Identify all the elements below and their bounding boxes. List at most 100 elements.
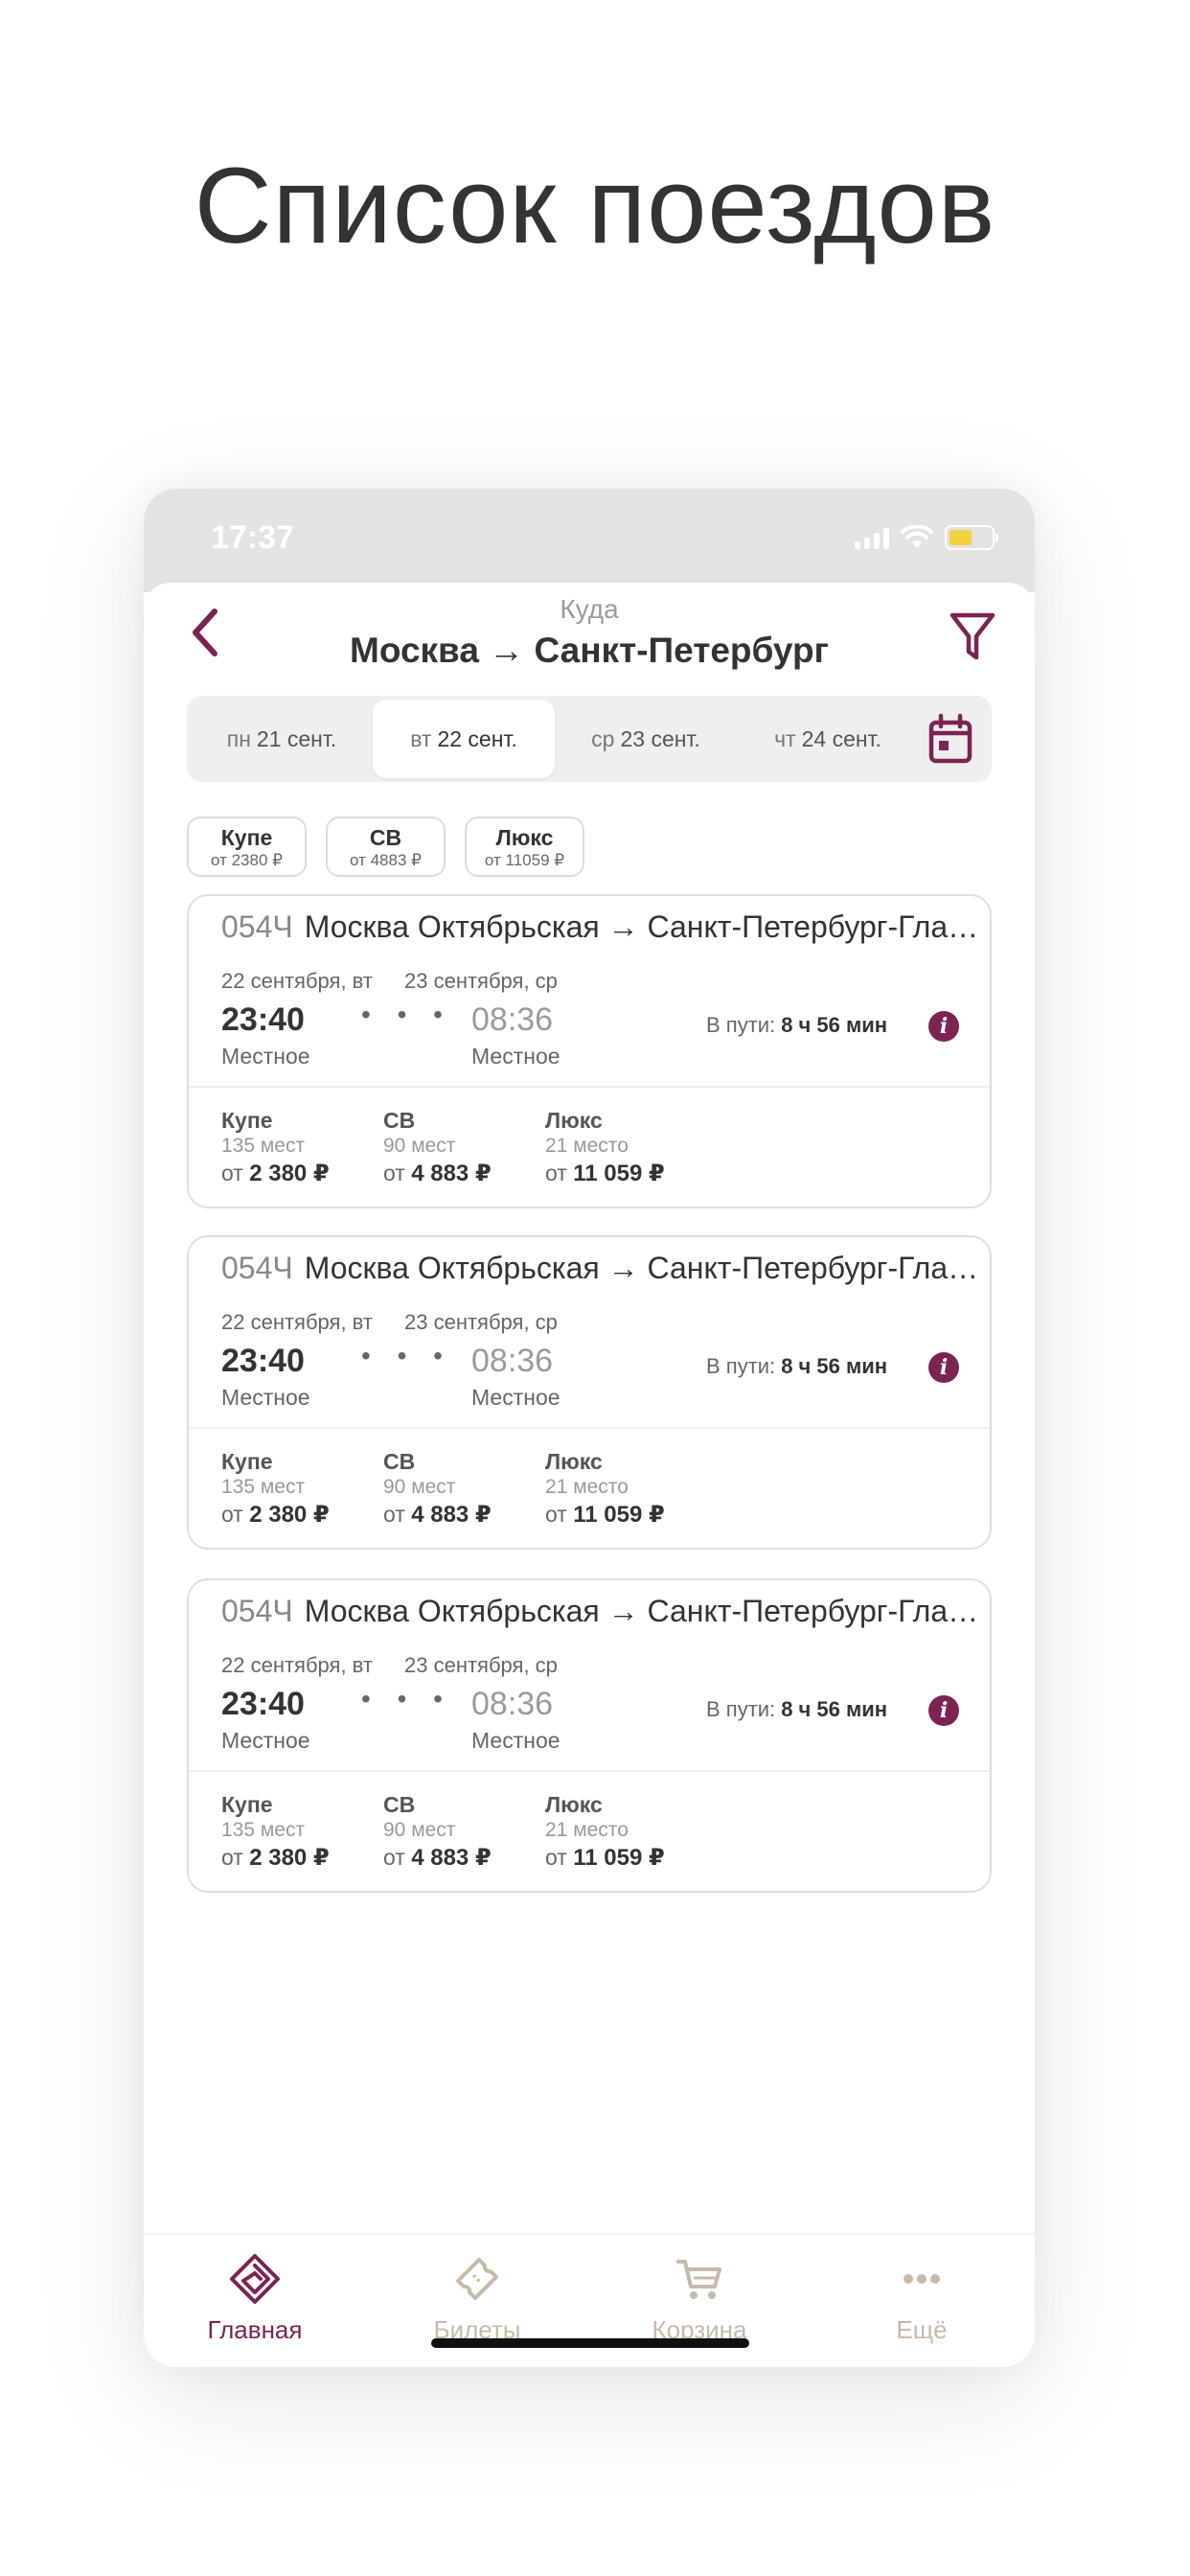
date-tab-3[interactable]: ср 23 сент. <box>555 700 737 778</box>
price-prefix: от <box>221 1161 243 1185</box>
price-value: 2 380 ₽ <box>249 1502 330 1528</box>
price-prefix: от <box>545 1161 567 1185</box>
price-value: 4 883 ₽ <box>411 1161 492 1186</box>
travel-dots: • • • <box>361 1684 452 1714</box>
price-prefix: от <box>545 1845 567 1870</box>
date-tab-4[interactable]: чт 24 сент. <box>737 700 919 778</box>
class-sv[interactable]: СВ 90 мест от 4 883 ₽ <box>383 1791 492 1873</box>
duration: В пути: 8 ч 56 мин <box>706 1354 887 1379</box>
arrival-timezone: Местное <box>471 1385 561 1410</box>
price-prefix: от <box>545 1502 567 1527</box>
class-price: от 4 883 ₽ <box>383 1500 492 1530</box>
date-tab-2-active[interactable]: вт 22 сент. <box>373 700 555 778</box>
chip-price: от 4883 ₽ <box>350 851 422 869</box>
date-tab-1[interactable]: пн 21 сент. <box>191 700 373 778</box>
tab-tickets[interactable]: Билеты <box>366 2252 588 2345</box>
info-icon[interactable]: i <box>928 1011 959 1042</box>
tab-home[interactable]: Главная <box>144 2252 366 2345</box>
train-card-3[interactable]: 054Ч Москва Октябрьская → Санкт-Петербург… <box>187 1578 992 1893</box>
home-logo-icon <box>230 2254 280 2304</box>
chip-price: от 2380 ₽ <box>211 851 283 869</box>
arrival-timezone: Местное <box>471 1728 561 1753</box>
class-name: Купе <box>221 1792 273 1817</box>
duration-label: В пути: <box>706 1697 776 1721</box>
class-lux[interactable]: Люкс 21 место от 11 059 ₽ <box>545 1791 665 1873</box>
price-prefix: от <box>383 1845 405 1870</box>
price-prefix: от <box>383 1161 405 1185</box>
status-icons <box>855 525 998 550</box>
class-name: СВ <box>383 1792 416 1817</box>
header-label: Куда <box>560 594 619 624</box>
duration: В пути: 8 ч 56 мин <box>706 1697 887 1722</box>
train-title: 054Ч Москва Октябрьская → Санкт-Петербург… <box>221 909 978 945</box>
class-kupe[interactable]: Купе 135 мест от 2 380 ₽ <box>221 1448 330 1530</box>
status-bar: 17:37 <box>144 489 1035 592</box>
cart-icon <box>676 2260 721 2299</box>
home-indicator[interactable] <box>431 2338 749 2348</box>
chip-sv[interactable]: СВ от 4883 ₽ <box>326 816 446 877</box>
departure-timezone: Местное <box>221 1044 310 1069</box>
arrival-date: 23 сентября, ср <box>404 969 558 993</box>
class-seats: 21 место <box>545 1819 629 1841</box>
train-number: 054Ч <box>221 1594 293 1628</box>
class-sv[interactable]: СВ 90 мест от 4 883 ₽ <box>383 1448 492 1530</box>
date-selector: пн 21 сент. вт 22 сент. ср 23 сент. чт 2… <box>187 696 992 782</box>
phone-screen: 17:37 Куда Москва → Санкт-Петербург пн 2… <box>144 489 1035 2367</box>
chip-lux[interactable]: Люкс от 11059 ₽ <box>465 816 584 877</box>
date-value: 22 сент. <box>437 725 517 751</box>
price-prefix: от <box>221 1502 243 1527</box>
tab-bar-divider <box>144 2233 1035 2235</box>
duration-label: В пути: <box>706 1013 776 1037</box>
info-icon[interactable]: i <box>928 1695 959 1726</box>
class-name: Люкс <box>545 1449 603 1474</box>
class-name: Купе <box>221 1449 273 1474</box>
departure-time: 23:40 <box>221 1686 305 1722</box>
train-card-2[interactable]: 054Ч Москва Октябрьская → Санкт-Петербург… <box>187 1235 992 1550</box>
arrival-time: 08:36 <box>471 1001 554 1038</box>
filter-icon[interactable] <box>949 610 996 663</box>
price-value: 4 883 ₽ <box>411 1845 492 1871</box>
class-name: Люкс <box>545 1108 603 1133</box>
train-route: Москва Октябрьская → Санкт-Петербург-Гла… <box>304 1594 978 1628</box>
page-title: Список поездов <box>194 146 996 265</box>
date-value: 24 сент. <box>801 725 881 751</box>
class-filter-chips: Купе от 2380 ₽ СВ от 4883 ₽ Люкс от 1105… <box>187 816 584 877</box>
chip-price: от 11059 ₽ <box>484 851 565 869</box>
class-sv[interactable]: СВ 90 мест от 4 883 ₽ <box>383 1107 492 1188</box>
ticket-icon <box>456 2258 498 2300</box>
class-price: от 4 883 ₽ <box>383 1159 492 1188</box>
class-seats: 135 мест <box>221 1476 306 1498</box>
main-sheet: Куда Москва → Санкт-Петербург пн 21 сент… <box>144 583 1035 2367</box>
tab-more[interactable]: Ещё <box>811 2252 1033 2345</box>
class-lux[interactable]: Люкс 21 место от 11 059 ₽ <box>545 1107 665 1188</box>
chip-name: Люкс <box>495 825 554 850</box>
class-kupe[interactable]: Купе 135 мест от 2 380 ₽ <box>221 1791 330 1873</box>
duration-value: 8 ч 56 мин <box>781 1013 888 1037</box>
departure-time: 23:40 <box>221 1343 305 1379</box>
header-route: Москва → Санкт-Петербург <box>350 631 829 670</box>
train-title: 054Ч Москва Октябрьская → Санкт-Петербург… <box>221 1594 978 1629</box>
class-seats: 135 мест <box>221 1135 306 1157</box>
travel-dots: • • • <box>361 1341 452 1370</box>
class-lux[interactable]: Люкс 21 место от 11 059 ₽ <box>545 1448 665 1530</box>
arrival-timezone: Местное <box>471 1044 561 1069</box>
date-value: 23 сент. <box>620 725 700 751</box>
class-price: от 2 380 ₽ <box>221 1159 330 1188</box>
price-value: 4 883 ₽ <box>411 1502 492 1528</box>
tab-label: Главная <box>207 2315 303 2344</box>
tab-cart[interactable]: Корзина <box>588 2252 811 2345</box>
duration-label: В пути: <box>706 1354 776 1378</box>
tab-label: Ещё <box>896 2315 948 2344</box>
class-seats: 90 мест <box>383 1135 456 1157</box>
train-card-1[interactable]: 054Ч Москва Октябрьская → Санкт-Петербург… <box>187 894 992 1208</box>
card-divider <box>189 1086 990 1088</box>
class-kupe[interactable]: Купе 135 мест от 2 380 ₽ <box>221 1107 330 1188</box>
class-name: Люкс <box>545 1792 603 1817</box>
chip-kupe[interactable]: Купе от 2380 ₽ <box>187 816 307 877</box>
class-name: СВ <box>383 1449 416 1474</box>
class-price: от 11 059 ₽ <box>545 1500 665 1530</box>
calendar-icon[interactable] <box>928 713 973 765</box>
train-number: 054Ч <box>221 1251 293 1285</box>
price-prefix: от <box>383 1502 405 1527</box>
info-icon[interactable]: i <box>928 1352 959 1383</box>
